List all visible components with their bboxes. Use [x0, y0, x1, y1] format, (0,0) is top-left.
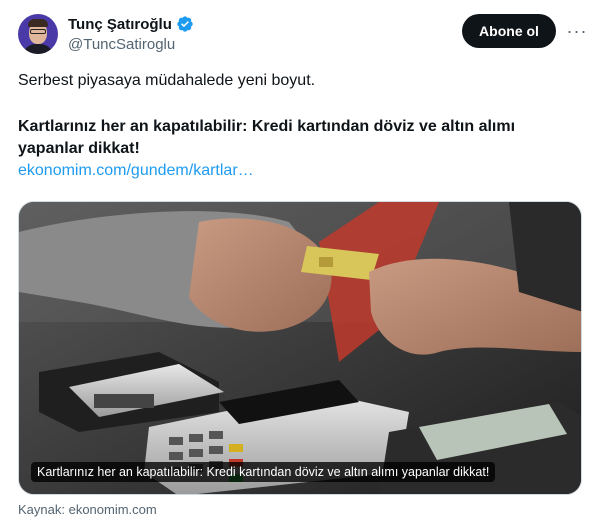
source-label[interactable]: Kaynak: ekonomim.com	[18, 502, 157, 517]
author-handle[interactable]: @TuncSatiroglu	[68, 36, 194, 53]
display-name-row: Tunç Şatıroğlu	[68, 14, 194, 34]
avatar-hair	[28, 19, 48, 27]
verified-badge-icon	[177, 16, 193, 32]
avatar[interactable]	[18, 14, 58, 54]
article-headline: Kartlarınız her an kapatılabilir: Kredi …	[18, 118, 516, 157]
avatar-shirt	[22, 44, 54, 54]
tweet-text-line: Serbest piyasaya müdahalede yeni boyut.	[18, 72, 316, 89]
image-caption: Kartlarınız her an kapatılabilir: Kredi …	[31, 462, 496, 482]
tweet-body: Serbest piyasaya müdahalede yeni boyut. …	[18, 70, 583, 182]
follow-button[interactable]: Abone ol	[462, 14, 556, 48]
article-image[interactable]: Kartlarınız her an kapatılabilir: Kredi …	[18, 201, 582, 495]
display-name[interactable]: Tunç Şatıroğlu	[68, 16, 172, 33]
avatar-glasses	[30, 29, 46, 34]
more-options-icon[interactable]: ···	[564, 18, 590, 44]
tweet-header: Tunç Şatıroğlu @TuncSatiroglu Abone ol ·…	[18, 12, 588, 56]
article-link[interactable]: ekonomim.com/gundem/kartlar…	[18, 160, 583, 182]
author-names: Tunç Şatıroğlu @TuncSatiroglu	[68, 14, 194, 53]
pos-terminal-photo	[19, 202, 581, 494]
